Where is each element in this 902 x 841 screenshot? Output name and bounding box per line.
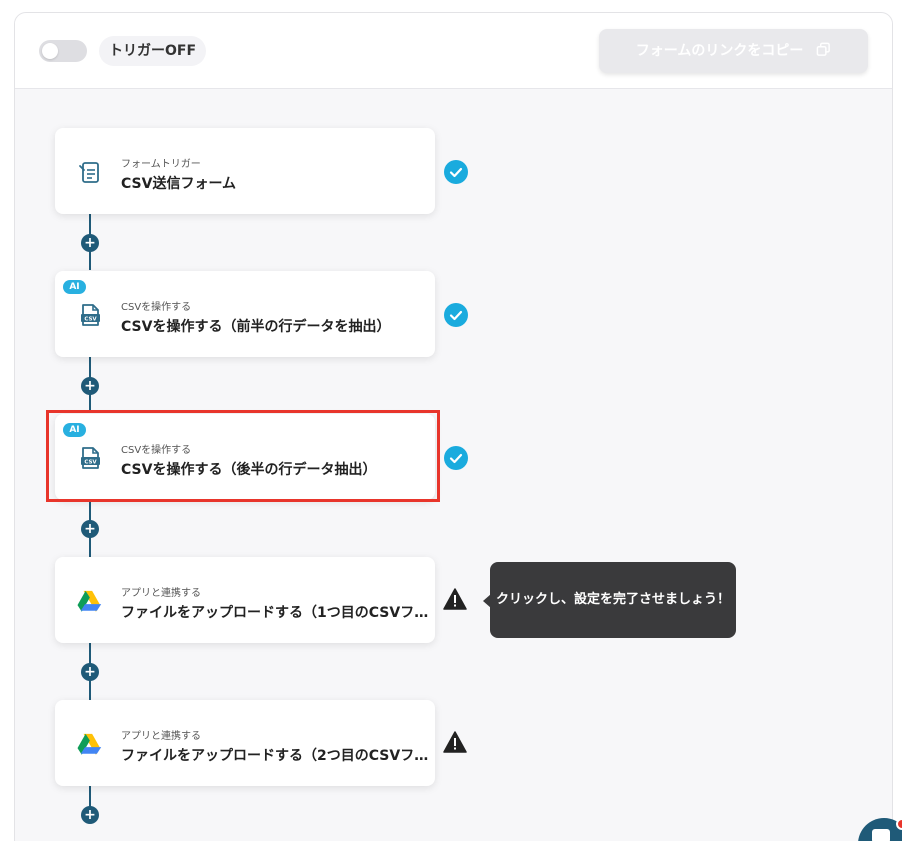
csv-file-icon: CSV (81, 304, 100, 326)
copy-form-link-button[interactable]: フォームのリンクをコピー (599, 29, 868, 73)
step-type-label: CSVを操作する (121, 302, 192, 313)
trigger-status-label: トリガーOFF (99, 36, 207, 66)
copy-icon (816, 42, 831, 56)
check-icon (444, 160, 468, 184)
add-step-button[interactable]: + (81, 520, 99, 538)
chat-bubble-icon (872, 829, 890, 841)
check-icon (444, 303, 468, 327)
add-step-button[interactable]: + (81, 663, 99, 681)
step-card-csv-extract-first-half[interactable]: AI CSV CSVを操作する CSVを操作する（前半の行データを抽出） (55, 271, 435, 357)
copy-form-link-label: フォームのリンクをコピー (635, 43, 804, 59)
check-icon (444, 446, 468, 470)
ai-badge: AI (63, 280, 86, 294)
step-type-label: アプリと連携する (121, 731, 201, 742)
svg-text:CSV: CSV (84, 316, 97, 322)
step-type-label: フォームトリガー (121, 159, 201, 170)
step-title: ファイルをアップロードする（2つ目のCSVフ… (121, 748, 429, 764)
step-card-form-trigger[interactable]: フォームトリガー CSV送信フォーム (55, 128, 435, 214)
add-step-button[interactable]: + (81, 234, 99, 252)
step-card-upload-file-2[interactable]: アプリと連携する ファイルをアップロードする（2つ目のCSVフ… (55, 700, 435, 786)
step-title: ファイルをアップロードする（1つ目のCSVフ… (121, 605, 429, 621)
google-drive-icon (77, 733, 102, 755)
selected-step-highlight (46, 410, 440, 502)
form-icon (79, 162, 99, 183)
warning-icon (443, 731, 467, 753)
step-card-upload-file-1[interactable]: アプリと連携する ファイルをアップロードする（1つ目のCSVフ… (55, 557, 435, 643)
setup-hint-tooltip: クリックし、設定を完了させましょう！ (490, 562, 736, 638)
step-type-label: アプリと連携する (121, 588, 201, 599)
editor-toolbar: トリガーOFF フォームのリンクをコピー (15, 13, 892, 89)
warning-icon (443, 588, 467, 610)
trigger-toggle[interactable] (39, 40, 87, 62)
toggle-knob (42, 43, 58, 59)
add-step-button[interactable]: + (81, 806, 99, 824)
add-step-button[interactable]: + (81, 377, 99, 395)
notification-dot (896, 818, 902, 830)
step-title: CSVを操作する（前半の行データを抽出） (121, 319, 391, 335)
step-title: CSV送信フォーム (121, 176, 237, 192)
google-drive-icon (77, 590, 102, 612)
